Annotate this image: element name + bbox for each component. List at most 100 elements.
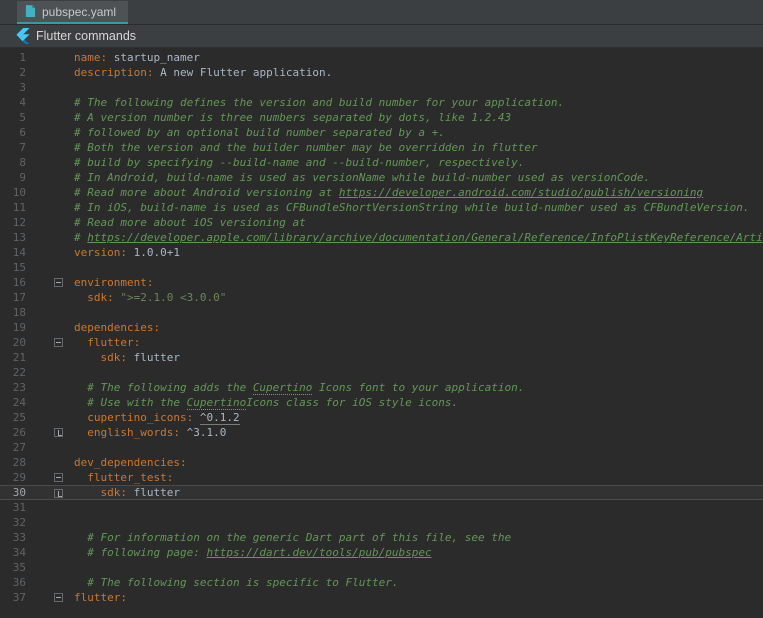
code-line[interactable]: 5 # A version number is three numbers sep… — [0, 110, 763, 125]
fold-column — [26, 80, 68, 95]
code-text: cupertino_icons: ^0.1.2 — [68, 410, 763, 425]
code-line[interactable]: 22 — [0, 365, 763, 380]
gutter: 6 — [0, 125, 68, 140]
line-number: 10 — [12, 186, 26, 199]
code-line[interactable]: 16 environment: — [0, 275, 763, 290]
fold-marker[interactable] — [54, 489, 63, 498]
fold-column — [26, 590, 68, 605]
code-segment: sdk: — [74, 486, 127, 499]
code-segment: ^0.1.2 — [199, 411, 240, 425]
fold-column — [26, 575, 68, 590]
gutter: 5 — [0, 110, 68, 125]
code-line[interactable]: 33 # For information on the generic Dart… — [0, 530, 763, 545]
code-line[interactable]: 29 flutter_test: — [0, 470, 763, 485]
code-text: version: 1.0.0+1 — [68, 245, 763, 260]
fold-marker[interactable] — [54, 428, 63, 437]
fold-column — [26, 335, 68, 350]
code-segment: sdk: — [74, 351, 127, 364]
code-line[interactable]: 30 sdk: flutter — [0, 485, 763, 500]
gutter: 11 — [0, 200, 68, 215]
line-number: 29 — [12, 471, 26, 484]
fold-column — [26, 125, 68, 140]
code-text: # A version number is three numbers sepa… — [68, 110, 763, 125]
fold-column — [26, 185, 68, 200]
code-segment: # followed by an optional build number s… — [74, 126, 445, 139]
code-line[interactable]: 10 # Read more about Android versioning a… — [0, 185, 763, 200]
fold-column — [26, 50, 68, 65]
code-line[interactable]: 27 — [0, 440, 763, 455]
line-number: 16 — [12, 276, 26, 289]
code-line[interactable]: 28 dev_dependencies: — [0, 455, 763, 470]
line-number: 24 — [12, 396, 26, 409]
code-line[interactable]: 7 # Both the version and the builder numb… — [0, 140, 763, 155]
fold-marker[interactable] — [54, 593, 63, 602]
line-number: 8 — [19, 156, 26, 169]
fold-column — [26, 560, 68, 575]
code-line[interactable]: 12 # Read more about iOS versioning at — [0, 215, 763, 230]
editor-tab-bar: pubspec.yaml — [0, 0, 763, 25]
code-line[interactable]: 19 dependencies: — [0, 320, 763, 335]
fold-column — [26, 545, 68, 560]
code-line[interactable]: 20 flutter: — [0, 335, 763, 350]
gutter: 3 — [0, 80, 68, 95]
tab-label: pubspec.yaml — [42, 4, 117, 19]
code-line[interactable]: 17 sdk: ">=2.1.0 <3.0.0" — [0, 290, 763, 305]
code-line[interactable]: 4 # The following defines the version and… — [0, 95, 763, 110]
code-line[interactable]: 8 # build by specifying --build-name and … — [0, 155, 763, 170]
code-line[interactable]: 34 # following page: https://dart.dev/to… — [0, 545, 763, 560]
code-line[interactable]: 26 english_words: ^3.1.0 — [0, 425, 763, 440]
gutter: 34 — [0, 545, 68, 560]
code-line[interactable]: 6 # followed by an optional build number … — [0, 125, 763, 140]
code-line[interactable]: 11 # In iOS, build-name is used as CFBund… — [0, 200, 763, 215]
comment-link[interactable]: https://developer.android.com/studio/pub… — [339, 186, 703, 199]
gutter: 12 — [0, 215, 68, 230]
code-line[interactable]: 3 — [0, 80, 763, 95]
comment-link[interactable]: https://developer.apple.com/library/arch… — [87, 231, 763, 244]
code-line[interactable]: 15 — [0, 260, 763, 275]
code-line[interactable]: 9 # In Android, build-name is used as ver… — [0, 170, 763, 185]
code-line[interactable]: 21 sdk: flutter — [0, 350, 763, 365]
gutter: 31 — [0, 500, 68, 515]
code-line[interactable]: 24 # Use with the CupertinoIcons class f… — [0, 395, 763, 410]
code-line[interactable]: 13 # https://developer.apple.com/library/… — [0, 230, 763, 245]
editor: 1 name: startup_namer 2 description: A new … — [0, 48, 763, 618]
code-line[interactable]: 25 cupertino_icons: ^0.1.2 — [0, 410, 763, 425]
code-segment: sdk: — [74, 291, 114, 304]
code-line[interactable]: 2 description: A new Flutter application. — [0, 65, 763, 80]
code-line[interactable]: 14 version: 1.0.0+1 — [0, 245, 763, 260]
code-line[interactable]: 31 — [0, 500, 763, 515]
code-segment: cupertino_icons: — [74, 411, 194, 424]
fold-column — [26, 155, 68, 170]
gutter: 10 — [0, 185, 68, 200]
fold-marker[interactable] — [54, 338, 63, 347]
comment-link[interactable]: https://dart.dev/tools/pub/pubspec — [206, 546, 431, 559]
line-number: 25 — [12, 411, 26, 424]
code-text: sdk: flutter — [68, 486, 763, 499]
gutter: 25 — [0, 410, 68, 425]
line-number: 5 — [19, 111, 26, 124]
line-number: 7 — [19, 141, 26, 154]
line-number: 2 — [19, 66, 26, 79]
fold-marker[interactable] — [54, 278, 63, 287]
code-line[interactable]: 37 flutter: — [0, 590, 763, 605]
line-number: 36 — [12, 576, 26, 589]
gutter: 2 — [0, 65, 68, 80]
code-text: english_words: ^3.1.0 — [68, 425, 763, 440]
line-number: 21 — [12, 351, 26, 364]
code-segment: flutter: — [74, 336, 141, 349]
code-line[interactable]: 23 # The following adds the Cupertino Ic… — [0, 380, 763, 395]
fold-marker[interactable] — [54, 473, 63, 482]
code-text: # The following adds the Cupertino Icons… — [68, 380, 763, 395]
code-line[interactable]: 35 — [0, 560, 763, 575]
code-line[interactable]: 32 — [0, 515, 763, 530]
code-segment: 1.0.0+1 — [126, 246, 180, 259]
code-line[interactable]: 36 # The following section is specific t… — [0, 575, 763, 590]
code-line[interactable]: 1 name: startup_namer — [0, 50, 763, 65]
code-line[interactable]: 18 — [0, 305, 763, 320]
tab-pubspec-yaml[interactable]: pubspec.yaml — [17, 1, 129, 24]
code-segment: flutter: — [74, 591, 127, 604]
code-area: 1 name: startup_namer 2 description: A new … — [0, 50, 763, 605]
